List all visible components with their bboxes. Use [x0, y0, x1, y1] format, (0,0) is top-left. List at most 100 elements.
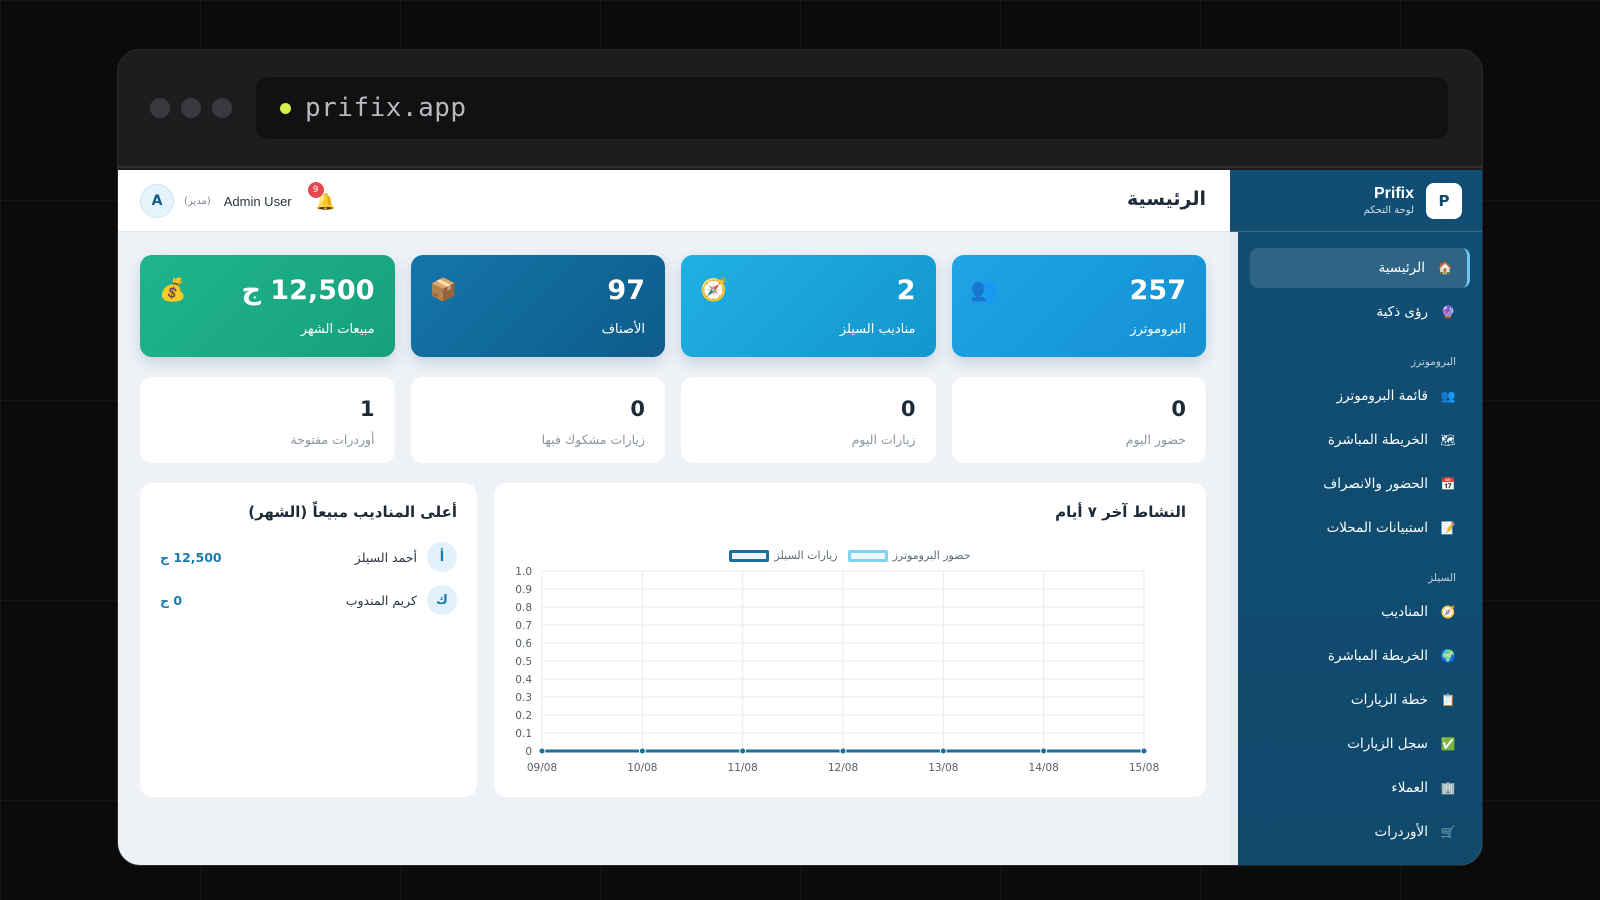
seller-row[interactable]: ك كريم المندوب 0 ج [160, 584, 457, 616]
browser-titlebar: prifix.app [118, 50, 1482, 168]
x-tick-label: 12/08 [828, 762, 858, 774]
x-tick-label: 15/08 [1129, 762, 1159, 774]
y-tick-label: 0.9 [515, 584, 532, 596]
data-point [939, 747, 947, 755]
sidebar-item-survey[interactable]: 📝 استبيانات المحلات [1250, 508, 1470, 548]
seller-amount: 12,500 ج [160, 549, 222, 565]
insights-icon: 🔮 [1440, 305, 1456, 319]
sidebar-item-check[interactable]: ✅ سجل الزيارات [1250, 724, 1470, 764]
sidebar-item-people[interactable]: 👥 قائمة البروموترز [1250, 376, 1470, 416]
mini-stat-value: 0 [900, 397, 916, 421]
close-window-button[interactable] [150, 98, 170, 118]
globe-icon: 🌍 [1440, 649, 1456, 663]
seller-name: كريم المندوب [345, 592, 417, 608]
brand: Prifix لوحة التحكم [1364, 185, 1414, 216]
stat-card[interactable]: 257 البروموترز 👥 [951, 255, 1206, 357]
sidebar-item-label: العملاء [1391, 780, 1428, 796]
topbar: الرئيسية A (مدير) Admin User 🔔 9 [118, 170, 1230, 232]
y-tick-label: 0.4 [515, 674, 532, 686]
mini-stat-value: 0 [1171, 397, 1186, 421]
mini-stat-label: أوردرات مفتوحة [290, 432, 375, 447]
top-sellers-panel: أعلى المناديب مبيعاً (الشهر) أ أحمد السيل… [140, 483, 477, 797]
main-scrollbar[interactable] [1230, 232, 1238, 865]
mini-stat-value: 1 [359, 397, 375, 421]
page-title: الرئيسية [1127, 188, 1206, 210]
avatar[interactable]: A [140, 184, 174, 218]
address-bar[interactable]: prifix.app [256, 77, 1448, 139]
stat-card[interactable]: 97 الأصناف 📦 [410, 255, 665, 357]
sidebar-nav: 🏠 الرئيسية 🔮 رؤى ذكية البروموترز 👥 قائمة الب… [1230, 232, 1482, 852]
minimize-window-button[interactable] [181, 98, 201, 118]
stat-card[interactable]: 12,500 ج مبيعات الشهر 💰 [140, 255, 395, 357]
user-role: (مدير) [184, 195, 211, 207]
sidebar-item-home[interactable]: 🏠 الرئيسية [1250, 248, 1470, 288]
sidebar-item-cart[interactable]: 🛒 الأوردرات [1250, 812, 1470, 852]
notifications-button[interactable]: 🔔 9 [307, 181, 336, 211]
url-text: prifix.app [305, 93, 467, 123]
cart-icon: 🛒 [1440, 825, 1456, 839]
mini-stat-card[interactable]: 0 زيارات اليوم [681, 377, 936, 463]
box-icon: 📦 [429, 277, 458, 303]
y-tick-label: 1.0 [515, 566, 532, 578]
sidebar-item-label: رؤى ذكية [1376, 304, 1428, 320]
x-tick-label: 09/08 [527, 762, 557, 774]
x-tick-label: 11/08 [728, 762, 758, 774]
app-viewport: P Prifix لوحة التحكم 🏠 الرئيسية 🔮 رؤى ذكية … [118, 170, 1482, 865]
data-point [739, 747, 747, 755]
x-tick-label: 10/08 [627, 762, 657, 774]
map-icon: 🗺 [1440, 433, 1456, 447]
stat-value: 257 [1129, 275, 1186, 306]
logo[interactable]: P [1426, 182, 1462, 219]
data-point [1140, 747, 1148, 755]
building-icon: 🏢 [1440, 781, 1456, 795]
mini-stat-card[interactable]: 0 حضور اليوم [951, 377, 1206, 463]
mini-stat-label: زيارات مشكوك فيها [541, 432, 645, 447]
x-tick-label: 14/08 [1029, 762, 1059, 774]
sidebar-item-label: الأوردرات [1374, 824, 1428, 840]
user-name: Admin User [223, 193, 292, 209]
sidebar-item-compass[interactable]: 🧭 المناديب [1250, 592, 1470, 632]
stat-value: 12,500 ج [241, 275, 375, 306]
user-menu[interactable]: A (مدير) Admin User 🔔 9 [140, 181, 336, 218]
maximize-window-button[interactable] [212, 98, 232, 118]
mini-stat-value: 0 [630, 397, 645, 421]
sidebar-item-map[interactable]: 🗺 الخريطة المباشرة [1250, 420, 1470, 460]
brand-subtitle: لوحة التحكم [1363, 205, 1414, 216]
y-tick-label: 0.5 [515, 656, 532, 668]
sidebar-item-plan[interactable]: 📋 خطة الزيارات [1250, 680, 1470, 720]
people-icon: 👥 [970, 277, 999, 303]
sidebar-item-building[interactable]: 🏢 العملاء [1250, 768, 1470, 808]
y-tick-label: 0.3 [515, 692, 532, 704]
sidebar-item-label: استبيانات المحلات [1326, 520, 1428, 536]
mini-stat-label: حضور اليوم [1125, 432, 1186, 447]
sidebar-item-insights[interactable]: 🔮 رؤى ذكية [1250, 292, 1470, 332]
compass-icon: 🧭 [700, 277, 728, 303]
stat-label: مبيعات الشهر [300, 322, 375, 337]
sidebar-item-calendar[interactable]: 📅 الحضور والانصراف [1250, 464, 1470, 504]
seller-row[interactable]: أ أحمد السيلز 12,500 ج [160, 541, 457, 573]
check-icon: ✅ [1440, 737, 1456, 751]
mini-stat-card[interactable]: 0 زيارات مشكوك فيها [410, 377, 665, 463]
seller-amount: 0 ج [160, 592, 183, 608]
stat-card[interactable]: 2 مناديب السيلز 🧭 [681, 255, 936, 357]
y-tick-label: 0.7 [515, 620, 532, 632]
survey-icon: 📝 [1440, 521, 1456, 535]
compass-icon: 🧭 [1440, 605, 1456, 619]
status-dot-icon [280, 102, 291, 114]
stat-cards: 257 البروموترز 👥 2 مناديب السيلز 🧭 97 الأصناف 📦 1… [140, 255, 1206, 357]
data-point [538, 747, 546, 755]
mini-stat-card[interactable]: 1 أوردرات مفتوحة [140, 377, 395, 463]
y-tick-label: 0.8 [515, 602, 532, 614]
stat-value: 97 [607, 275, 645, 306]
sidebar-item-globe[interactable]: 🌍 الخريطة المباشرة [1250, 636, 1470, 676]
data-point [638, 747, 646, 755]
y-tick-label: 0.2 [515, 710, 532, 722]
data-point [1040, 747, 1048, 755]
top-sellers-title: أعلى المناديب مبيعاً (الشهر) [248, 503, 457, 521]
section-title-promoters: البروموترز [1411, 356, 1456, 368]
stat-label: مناديب السيلز [839, 322, 916, 337]
money-bag-icon: 💰 [159, 277, 187, 303]
sidebar-item-label: خطة الزيارات [1350, 692, 1428, 708]
sidebar: P Prifix لوحة التحكم 🏠 الرئيسية 🔮 رؤى ذكية … [1230, 170, 1482, 865]
brand-name: Prifix [1373, 185, 1414, 202]
